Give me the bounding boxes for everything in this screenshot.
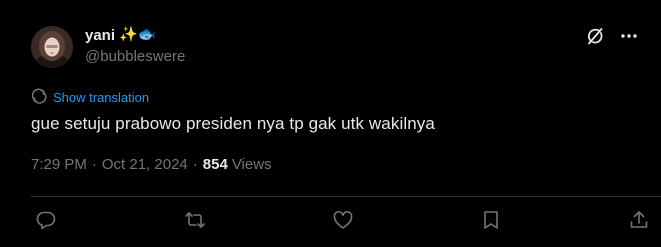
- globe-icon: [31, 88, 47, 107]
- divider: [31, 196, 661, 197]
- more-icon[interactable]: [619, 26, 639, 46]
- tweet-card: yani ✨🐟 @bubbleswere Show translation gu…: [0, 0, 661, 247]
- retweet-icon[interactable]: [182, 207, 208, 233]
- show-translation-label[interactable]: Show translation: [53, 90, 149, 105]
- avatar[interactable]: [31, 26, 73, 68]
- views-label: Views: [231, 156, 272, 173]
- author-display-name[interactable]: yani: [85, 27, 115, 44]
- tweet-text: gue setuju prabowo presiden nya tp gak u…: [31, 114, 435, 133]
- tweet-header-actions: [585, 26, 639, 46]
- grok-icon[interactable]: [585, 26, 605, 46]
- like-icon[interactable]: [330, 207, 356, 233]
- tweet-time[interactable]: 7:29 PM: [31, 156, 87, 173]
- author-handle[interactable]: @bubbleswere: [85, 48, 185, 65]
- meta-separator: ·: [91, 156, 97, 173]
- bookmark-icon[interactable]: [478, 207, 504, 233]
- reply-icon[interactable]: [33, 207, 59, 233]
- tweet-action-bar: [0, 207, 661, 233]
- tweet-meta: 7:29 PM · Oct 21, 2024 · 854 Views: [31, 156, 272, 173]
- author-name-row[interactable]: yani ✨🐟: [85, 25, 156, 45]
- share-icon[interactable]: [626, 207, 652, 233]
- author-name-emoji: ✨🐟: [119, 26, 157, 43]
- tweet-date[interactable]: Oct 21, 2024: [102, 156, 188, 173]
- show-translation-link[interactable]: Show translation: [31, 88, 149, 107]
- views-count: 854: [202, 156, 228, 173]
- meta-separator: ·: [192, 156, 198, 173]
